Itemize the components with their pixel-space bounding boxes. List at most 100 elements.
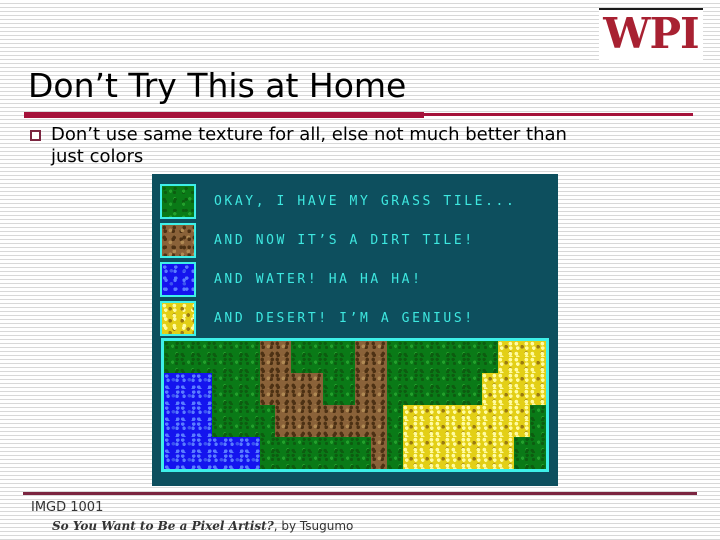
map-tile-s: [514, 373, 531, 389]
map-tile-d: [355, 357, 371, 373]
map-tile-s: [498, 341, 515, 357]
map-tile-s: [482, 389, 499, 405]
map-tile-d: [275, 357, 292, 373]
map-tile-d: [355, 405, 371, 421]
title-underline-thick: [24, 112, 424, 118]
map-tile-d: [370, 421, 387, 437]
map-tile-s: [450, 421, 467, 437]
map-tile-g: [307, 437, 324, 453]
list-item: AND WATER! HA HA HA!: [160, 260, 516, 299]
map-tile-g: [418, 389, 435, 405]
map-tile-g: [291, 357, 308, 373]
map-tile-s: [418, 405, 435, 421]
map-tile-g: [323, 453, 340, 469]
map-tile-s: [530, 357, 546, 373]
map-tile-w: [195, 421, 212, 437]
map-tile-g: [227, 405, 244, 421]
map-tile-g: [323, 373, 340, 389]
map-tile-d: [291, 373, 308, 389]
map-tile-s: [466, 421, 483, 437]
map-tile-d: [370, 357, 387, 373]
grass-tile-swatch: [160, 184, 196, 219]
map-tile-d: [307, 389, 324, 405]
map-tile-g: [530, 453, 546, 469]
map-tile-s: [434, 405, 451, 421]
tile-legend: OKAY, I HAVE MY GRASS TILE... AND NOW IT…: [160, 182, 516, 338]
map-tile-s: [482, 453, 499, 469]
map-tile-g: [259, 421, 276, 437]
map-tile-g: [386, 405, 403, 421]
map-tile-s: [402, 437, 419, 453]
map-tile-g: [291, 341, 308, 357]
map-tile-g: [355, 453, 371, 469]
map-tile-g: [450, 341, 467, 357]
list-item: OKAY, I HAVE MY GRASS TILE...: [160, 182, 516, 221]
map-tile-w: [195, 437, 212, 453]
map-tile-s: [530, 341, 546, 357]
map-tile-g: [243, 357, 260, 373]
map-tile-w: [211, 437, 228, 453]
map-tile-g: [530, 437, 546, 453]
map-tile-s: [514, 357, 531, 373]
map-tile-w: [164, 453, 180, 469]
example-image-panel: OKAY, I HAVE MY GRASS TILE... AND NOW IT…: [152, 174, 558, 486]
map-tile-w: [164, 405, 180, 421]
map-tile-g: [211, 405, 228, 421]
map-tile-d: [370, 341, 387, 357]
map-tile-w: [179, 373, 196, 389]
title-underline-thin: [424, 113, 693, 116]
map-tile-s: [434, 421, 451, 437]
map-tile-g: [514, 437, 531, 453]
water-tile-swatch: [160, 262, 196, 297]
legend-label: AND DESERT! I’M A GENIUS!: [214, 311, 475, 326]
map-tile-g: [275, 437, 292, 453]
map-tile-s: [482, 373, 499, 389]
map-tile-d: [291, 421, 308, 437]
map-tile-g: [418, 373, 435, 389]
map-tile-g: [323, 341, 340, 357]
map-tile-d: [370, 453, 387, 469]
map-tile-g: [259, 405, 276, 421]
map-tile-d: [370, 373, 387, 389]
legend-label: AND WATER! HA HA HA!: [214, 272, 423, 287]
map-tile-d: [275, 405, 292, 421]
wpi-logo: WPI: [599, 8, 703, 62]
map-tile-g: [466, 389, 483, 405]
map-tile-w: [179, 421, 196, 437]
map-tile-s: [498, 373, 515, 389]
map-tile-d: [355, 341, 371, 357]
map-tile-s: [514, 341, 531, 357]
map-tile-w: [164, 437, 180, 453]
map-tile-g: [291, 453, 308, 469]
map-tile-s: [418, 421, 435, 437]
map-tile-g: [386, 421, 403, 437]
list-item: AND NOW IT’S A DIRT TILE!: [160, 221, 516, 260]
map-tile-d: [291, 389, 308, 405]
map-tile-g: [164, 341, 180, 357]
map-tile-s: [498, 437, 515, 453]
map-tile-g: [418, 341, 435, 357]
map-tile-g: [211, 389, 228, 405]
map-tile-w: [179, 437, 196, 453]
map-tile-g: [434, 341, 451, 357]
map-tile-g: [323, 389, 340, 405]
map-tile-g: [434, 373, 451, 389]
dirt-tile-swatch: [160, 223, 196, 258]
map-tile-g: [339, 437, 355, 453]
map-tile-d: [323, 421, 340, 437]
tile-map: [161, 338, 549, 472]
map-tile-w: [195, 453, 212, 469]
map-tile-w: [243, 437, 260, 453]
map-tile-g: [243, 341, 260, 357]
map-tile-s: [482, 405, 499, 421]
map-tile-s: [498, 405, 515, 421]
map-tile-g: [386, 357, 403, 373]
map-tile-d: [355, 389, 371, 405]
map-tile-g: [482, 357, 499, 373]
map-tile-s: [514, 405, 531, 421]
footer-divider: [23, 492, 697, 495]
map-tile-g: [339, 357, 355, 373]
footer-credit: So You Want to Be a Pixel Artist?, by Ts…: [52, 519, 353, 533]
bullet-square-icon: [30, 130, 41, 141]
map-tile-s: [450, 437, 467, 453]
